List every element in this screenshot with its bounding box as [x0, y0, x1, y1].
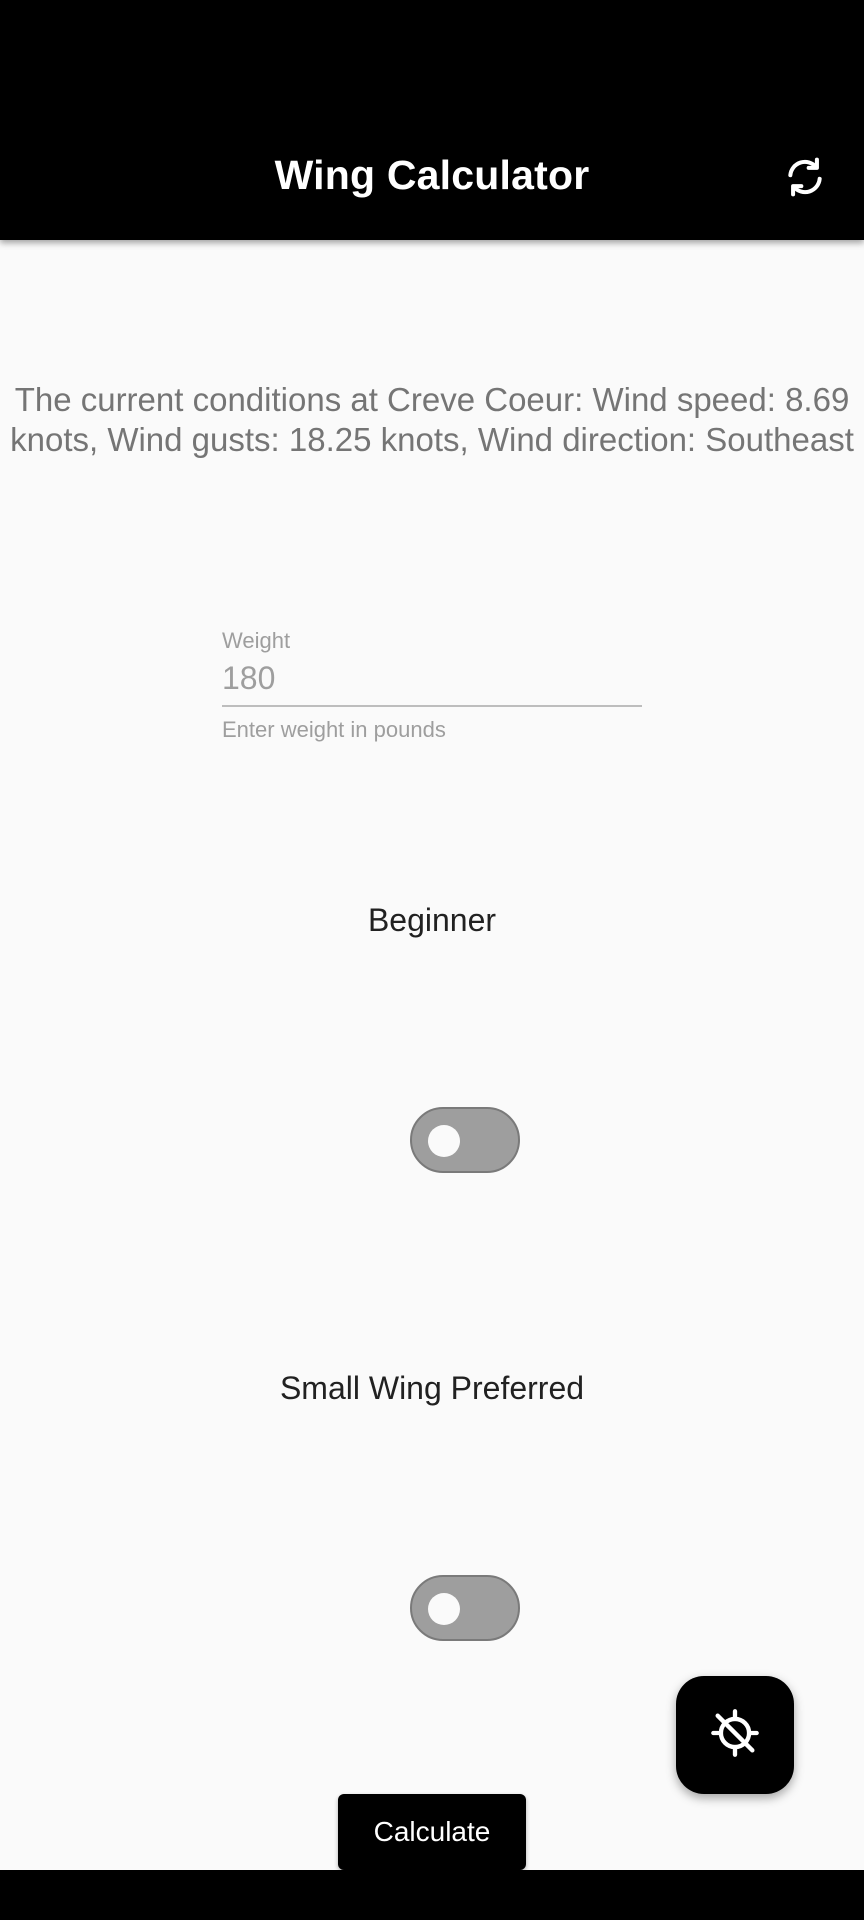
weight-helper-text: Enter weight in pounds [222, 717, 446, 742]
refresh-icon [783, 155, 827, 204]
weight-field[interactable]: Weight Enter weight in pounds [222, 628, 642, 743]
beginner-toggle[interactable] [410, 1107, 520, 1173]
toggle-thumb [428, 1125, 460, 1157]
location-disabled-icon [709, 1707, 761, 1764]
toggle-thumb [428, 1593, 460, 1625]
system-nav-bar [0, 1870, 864, 1920]
beginner-label: Beginner [367, 902, 497, 938]
current-conditions-text: The current conditions at Creve Coeur: W… [10, 381, 854, 458]
app-title: Wing Calculator [274, 152, 590, 198]
weight-input[interactable] [222, 656, 642, 707]
refresh-button[interactable] [776, 150, 834, 208]
small-wing-preferred-label: Small Wing Preferred [279, 1370, 585, 1406]
app-bar: Wing Calculator [0, 0, 864, 240]
calculate-button[interactable]: Calculate [338, 1794, 526, 1870]
weight-label: Weight [222, 628, 291, 653]
small-wing-toggle[interactable] [410, 1575, 520, 1641]
location-fab-button[interactable] [676, 1676, 794, 1794]
